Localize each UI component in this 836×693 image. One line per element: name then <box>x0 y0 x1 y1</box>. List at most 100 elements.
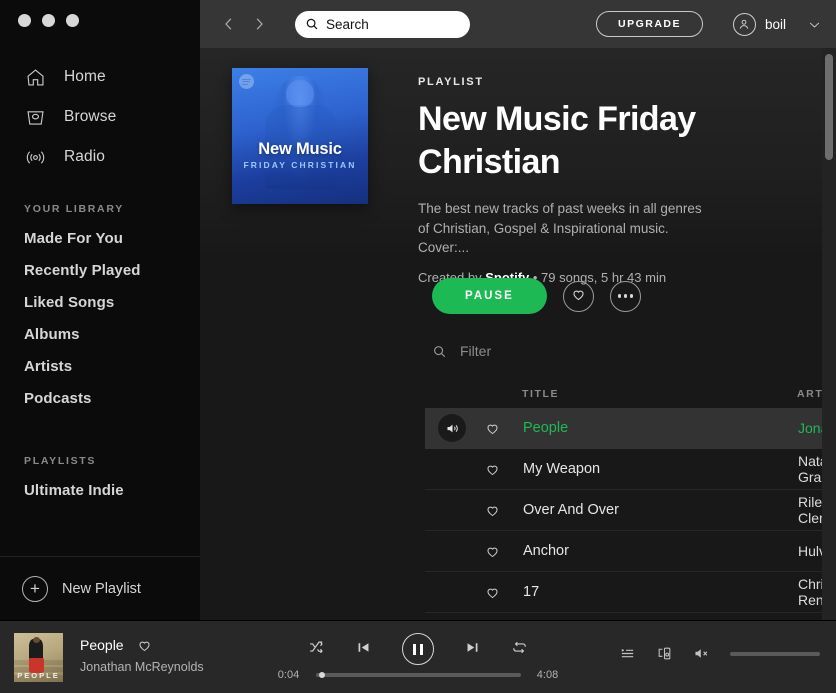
like-playlist-button[interactable] <box>562 280 594 312</box>
progress-knob[interactable] <box>318 672 325 678</box>
primary-nav: Home Browse Radio <box>0 57 200 177</box>
pause-button[interactable] <box>402 633 434 665</box>
devices-button[interactable] <box>656 645 673 662</box>
back-button[interactable] <box>218 13 240 35</box>
spotify-logo-icon <box>239 74 254 89</box>
avatar <box>732 12 756 36</box>
forward-button[interactable] <box>248 13 270 35</box>
repeat-icon <box>511 639 528 659</box>
heart-icon <box>571 287 586 305</box>
sidebar-item-podcasts[interactable]: Podcasts <box>0 383 200 415</box>
next-track-button[interactable] <box>464 639 481 659</box>
progress-bar[interactable] <box>315 672 521 678</box>
new-playlist-button[interactable]: + New Playlist <box>0 556 200 620</box>
previous-icon <box>355 639 372 659</box>
window-close-dot[interactable] <box>18 14 31 27</box>
previous-track-button[interactable] <box>355 639 372 659</box>
pause-icon <box>413 643 423 655</box>
sidebar-item-home[interactable]: Home <box>0 57 200 97</box>
track-title: 17 <box>523 584 540 600</box>
playlist-type-label: PLAYLIST <box>418 76 484 88</box>
favorite-track-button[interactable] <box>485 421 500 436</box>
home-icon <box>24 66 47 89</box>
playlist-more-options-button[interactable] <box>609 280 641 312</box>
username-label: boil <box>764 16 786 32</box>
elapsed-time: 0:04 <box>277 669 300 681</box>
upgrade-button[interactable]: UPGRADE <box>595 11 703 37</box>
cover-head <box>286 80 314 108</box>
table-row[interactable]: 17 Chris Renzema <box>425 572 836 613</box>
sidebar-playlist-ultimate-indie[interactable]: Ultimate Indie <box>0 475 200 507</box>
playlist-header: New Music FRIDAY CHRISTIAN PLAYLIST New … <box>232 68 708 285</box>
play-pause-playlist-button[interactable]: PAUSE <box>432 278 547 314</box>
progress-bar-row: 0:04 4:08 <box>0 669 836 681</box>
table-row[interactable]: Anchor Hulvey <box>425 531 836 572</box>
sidebar-item-home-label: Home <box>64 68 106 85</box>
volume-mute-button[interactable] <box>693 645 710 662</box>
track-title: My Weapon <box>523 461 601 477</box>
track-title: People <box>523 420 569 436</box>
sidebar-item-albums[interactable]: Albums <box>0 319 200 351</box>
now-playing-speaker-icon <box>438 414 466 442</box>
top-bar: Search UPGRADE boil <box>200 0 836 48</box>
filter-placeholder: Filter <box>460 343 492 359</box>
player-bar: PEOPLE People Jonathan McReynolds 0:04 4… <box>0 620 836 693</box>
search-input[interactable]: Search <box>295 10 470 38</box>
playlists-section-header: PLAYLISTS <box>24 455 97 467</box>
window-minimize-dot[interactable] <box>42 14 55 27</box>
player-right-controls <box>619 645 820 662</box>
page-title: New Music Friday Christian <box>418 100 696 181</box>
filter-input[interactable]: Filter <box>432 343 491 359</box>
table-row[interactable]: People Jonathan McR... <box>425 408 836 449</box>
search-icon <box>432 344 447 359</box>
track-title: Anchor <box>523 543 569 559</box>
sidebar-item-radio-label: Radio <box>64 148 105 165</box>
playlist-description: The best new tracks of past weeks in all… <box>418 200 702 256</box>
table-row[interactable]: Over And Over Riley Clemmons <box>425 490 836 531</box>
sidebar-item-browse-label: Browse <box>64 108 117 125</box>
window-maximize-dot[interactable] <box>66 14 79 27</box>
sidebar-item-liked-songs[interactable]: Liked Songs <box>0 287 200 319</box>
main-content: New Music FRIDAY CHRISTIAN PLAYLIST New … <box>200 48 836 620</box>
queue-button[interactable] <box>619 645 636 662</box>
favorite-track-button[interactable] <box>485 544 500 559</box>
scrollbar-track[interactable] <box>822 48 836 620</box>
library-section-header: YOUR LIBRARY <box>24 203 124 215</box>
next-icon <box>464 639 481 659</box>
volume-slider[interactable] <box>730 651 820 656</box>
cover-title: New Music <box>258 140 342 159</box>
scrollbar-thumb[interactable] <box>825 54 833 160</box>
favorite-track-button[interactable] <box>485 462 500 477</box>
track-list: TITLE ARTIST People Jonathan McR... My W… <box>425 380 836 613</box>
sidebar-item-radio[interactable]: Radio <box>0 137 200 177</box>
favorite-track-button[interactable] <box>485 585 500 600</box>
radio-icon <box>24 146 47 169</box>
table-row[interactable]: My Weapon Natalie Grant <box>425 449 836 490</box>
sidebar-item-artists[interactable]: Artists <box>0 351 200 383</box>
cover-subtitle: FRIDAY CHRISTIAN <box>243 159 357 170</box>
sidebar: Home Browse Radio YOUR LIBRARY Made For … <box>0 0 200 620</box>
column-title: TITLE <box>522 388 560 400</box>
plus-icon: + <box>22 575 48 602</box>
chevron-down-icon[interactable] <box>807 17 822 32</box>
search-icon <box>305 17 319 31</box>
ellipsis-icon <box>617 294 634 298</box>
user-menu[interactable]: boil <box>732 0 822 48</box>
repeat-button[interactable] <box>511 639 528 659</box>
window-controls[interactable] <box>0 0 200 27</box>
shuffle-icon <box>308 639 325 659</box>
total-time: 4:08 <box>536 669 559 681</box>
sidebar-item-made-for-you[interactable]: Made For You <box>0 223 200 255</box>
favorite-track-button[interactable] <box>485 503 500 518</box>
track-list-header: TITLE ARTIST <box>425 380 836 408</box>
sidebar-item-browse[interactable]: Browse <box>0 97 200 137</box>
spotify-window: Home Browse Radio YOUR LIBRARY Made For … <box>0 0 836 693</box>
playlist-cover-art: New Music FRIDAY CHRISTIAN <box>232 68 368 204</box>
playlist-header-text: PLAYLIST New Music Friday Christian The … <box>418 68 708 285</box>
browse-icon <box>24 106 47 129</box>
sidebar-item-recently-played[interactable]: Recently Played <box>0 255 200 287</box>
playlist-actions: PAUSE <box>432 278 641 314</box>
new-playlist-label: New Playlist <box>62 580 141 597</box>
shuffle-button[interactable] <box>308 639 325 659</box>
track-title: Over And Over <box>523 502 619 518</box>
